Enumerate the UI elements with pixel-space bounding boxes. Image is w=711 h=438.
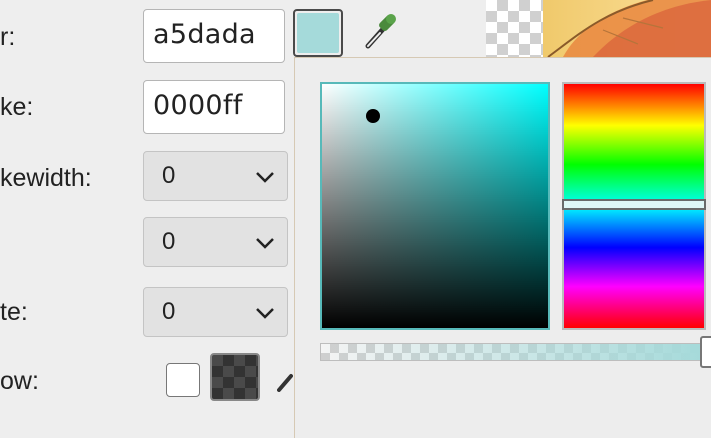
shadow-eyedropper-button[interactable]: [277, 370, 293, 392]
fill-color-swatch[interactable]: [293, 9, 343, 57]
transparent-canvas-strip: [486, 0, 544, 57]
rotate-value: 0: [162, 298, 176, 325]
stroke-color-field[interactable]: 0000ff: [143, 80, 285, 134]
eyedropper-icon: [277, 374, 293, 392]
blank-select[interactable]: 0: [143, 217, 288, 267]
shadow-label: ow:: [0, 367, 39, 395]
rotate-label: te:: [0, 298, 28, 326]
strokewidth-select[interactable]: 0: [143, 151, 288, 201]
hue-slider-marker[interactable]: [562, 199, 706, 210]
alpha-slider[interactable]: [320, 343, 706, 361]
blank-select-value: 0: [162, 228, 176, 255]
chevron-down-icon: [256, 308, 274, 319]
alpha-slider-handle[interactable]: [700, 336, 711, 368]
chevron-down-icon: [256, 238, 274, 249]
shadow-toggle-checkbox[interactable]: [166, 363, 200, 397]
saturation-value-area[interactable]: [320, 82, 550, 330]
fill-color-preview: [297, 13, 339, 53]
shadow-color-swatch[interactable]: [210, 353, 260, 401]
fill-label: r:: [0, 23, 16, 51]
saturation-value-cursor[interactable]: [366, 109, 380, 123]
stroke-label: ke:: [0, 93, 34, 121]
rotate-select[interactable]: 0: [143, 287, 288, 337]
strokewidth-value: 0: [162, 162, 176, 189]
chevron-down-icon: [256, 172, 274, 183]
leaf-image-preview: [543, 0, 711, 57]
strokewidth-label: kewidth:: [0, 164, 92, 192]
fill-color-field[interactable]: a5dada: [143, 9, 285, 63]
eyedropper-icon: [365, 14, 396, 49]
eyedropper-button[interactable]: [358, 8, 404, 54]
leaf-image: [547, 0, 711, 57]
